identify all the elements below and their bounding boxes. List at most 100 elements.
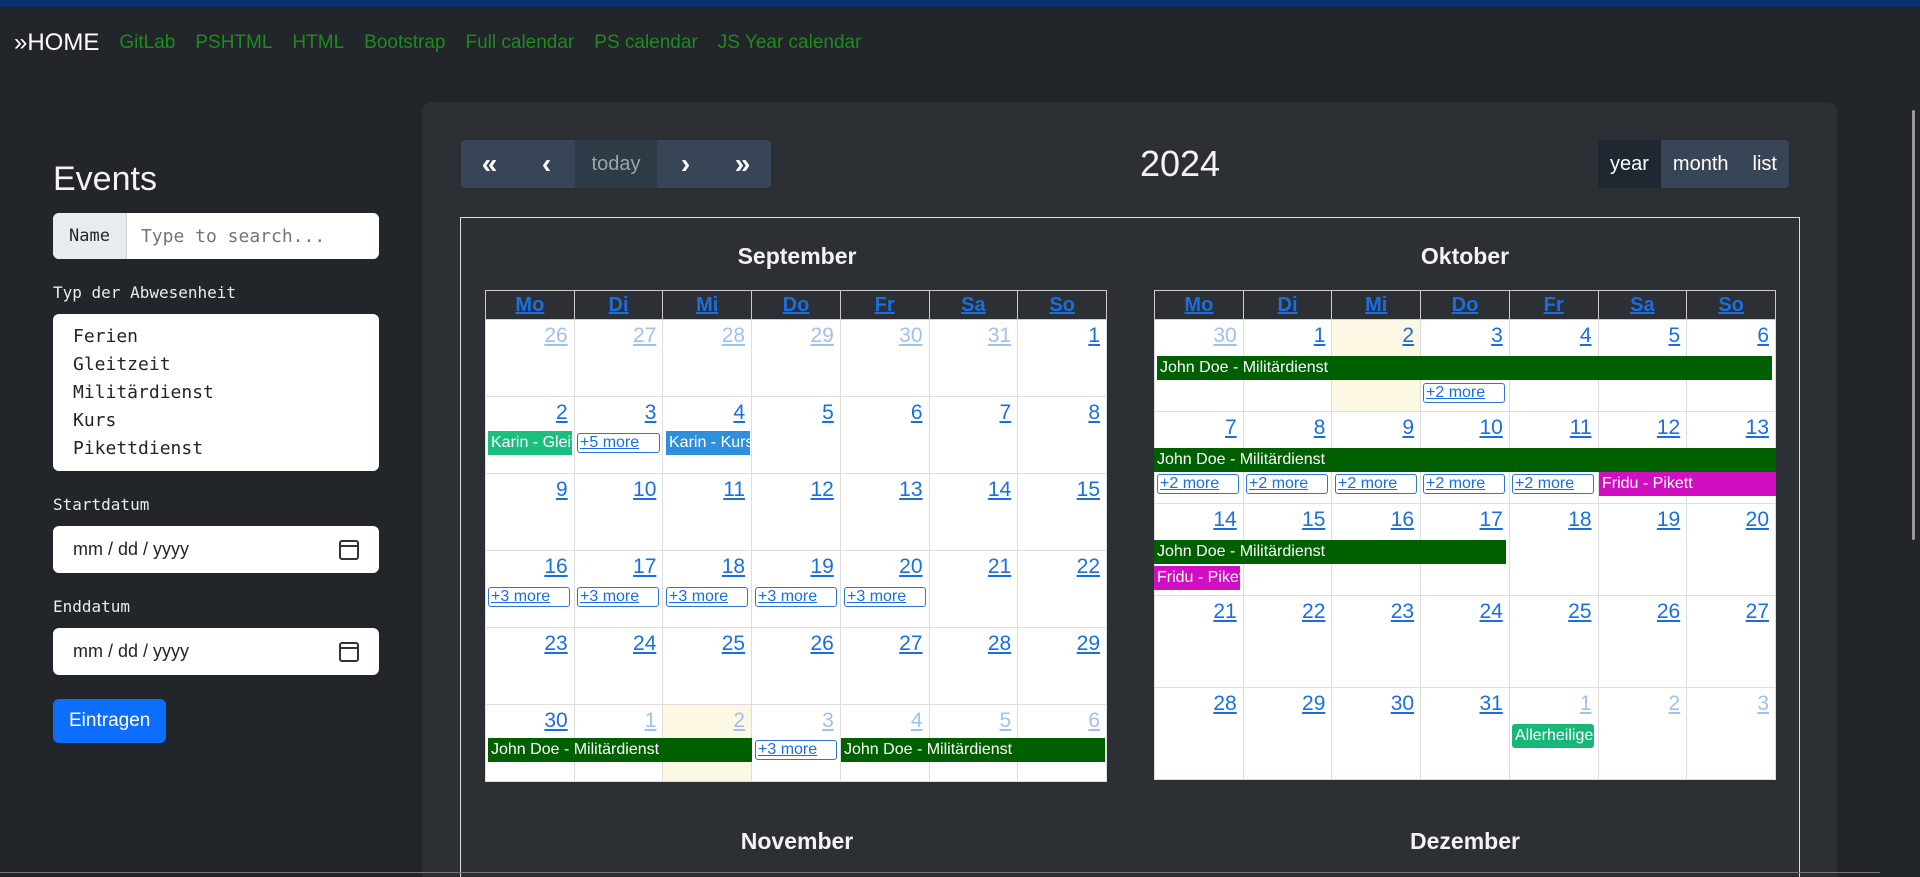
day-number-link[interactable]: 3	[645, 401, 657, 424]
day-number-link[interactable]: 26	[1657, 600, 1680, 623]
day-cell[interactable]: 29	[751, 319, 841, 397]
weekday-header[interactable]: Di	[573, 290, 664, 320]
weekday-header[interactable]: Do	[1420, 290, 1510, 320]
day-cell[interactable]: 28	[928, 627, 1019, 705]
day-number-link[interactable]: 25	[722, 632, 745, 655]
calendar-icon[interactable]	[339, 641, 359, 662]
day-number-link[interactable]: 18	[722, 555, 745, 578]
day-cell[interactable]: 1	[1017, 319, 1107, 397]
day-number-link[interactable]: 4	[733, 401, 745, 424]
day-number-link[interactable]: 14	[988, 478, 1011, 501]
day-number-link[interactable]: 29	[810, 324, 833, 347]
nav-link-full-calendar[interactable]: Full calendar	[465, 32, 574, 54]
day-cell[interactable]: 21	[1154, 595, 1244, 688]
today-button[interactable]: today	[575, 140, 657, 188]
absence-type-select[interactable]: Ferien Gleitzeit Militärdienst Kurs Pike…	[53, 314, 379, 471]
event-fridu-pikettdienst[interactable]: Fridu - Pikettdienst	[1154, 566, 1240, 590]
day-cell[interactable]: 15	[1017, 473, 1107, 551]
day-cell[interactable]: 24	[573, 627, 664, 705]
day-number-link[interactable]: 11	[723, 478, 745, 501]
day-cell[interactable]: 27	[839, 627, 930, 705]
next-year-button[interactable]: »	[714, 140, 771, 188]
weekday-header[interactable]: Sa	[928, 290, 1019, 320]
day-number-link[interactable]: 29	[1077, 632, 1100, 655]
type-option-kurs[interactable]: Kurs	[73, 407, 359, 435]
submit-button[interactable]: Eintragen	[53, 699, 167, 743]
day-cell[interactable]: 27	[573, 319, 664, 397]
view-list-button[interactable]: list	[1741, 140, 1789, 188]
day-number-link[interactable]: 13	[899, 478, 922, 501]
day-number-link[interactable]: 30	[1391, 692, 1414, 715]
day-number-link[interactable]: 2	[1402, 324, 1414, 347]
day-number-link[interactable]: 30	[1213, 324, 1236, 347]
more-events-link[interactable]: +3 more	[844, 587, 926, 607]
day-number-link[interactable]: 16	[544, 555, 567, 578]
day-number-link[interactable]: 18	[1568, 508, 1591, 531]
day-cell[interactable]: 23	[485, 627, 575, 705]
day-number-link[interactable]: 22	[1077, 555, 1100, 578]
day-number-link[interactable]: 21	[1213, 600, 1236, 623]
day-number-link[interactable]: 26	[810, 632, 833, 655]
day-number-link[interactable]: 23	[544, 632, 567, 655]
day-number-link[interactable]: 5	[822, 401, 834, 424]
day-number-link[interactable]: 14	[1213, 508, 1236, 531]
day-cell[interactable]: 22	[1017, 550, 1107, 628]
day-number-link[interactable]: 27	[1746, 600, 1769, 623]
day-cell[interactable]: 5	[751, 396, 841, 474]
type-option-gleitzeit[interactable]: Gleitzeit	[73, 351, 359, 379]
event-john-doe-militaerdienst[interactable]: John Doe - Militärdienst	[1157, 356, 1772, 380]
day-cell[interactable]: 29	[1242, 687, 1333, 780]
day-number-link[interactable]: 24	[1479, 600, 1502, 623]
day-number-link[interactable]: 19	[1657, 508, 1680, 531]
day-cell[interactable]: 21	[928, 550, 1019, 628]
nav-link-bootstrap[interactable]: Bootstrap	[364, 32, 445, 54]
day-number-link[interactable]: 20	[1746, 508, 1769, 531]
day-number-link[interactable]: 1	[1314, 324, 1326, 347]
day-number-link[interactable]: 30	[544, 709, 567, 732]
day-number-link[interactable]: 2	[733, 709, 745, 732]
day-number-link[interactable]: 26	[544, 324, 567, 347]
day-number-link[interactable]: 10	[1479, 416, 1502, 439]
day-number-link[interactable]: 2	[1669, 692, 1681, 715]
day-number-link[interactable]: 6	[1757, 324, 1769, 347]
start-date-input[interactable]: mm / dd / yyyy	[53, 526, 379, 573]
day-cell[interactable]: 10	[573, 473, 664, 551]
more-events-link[interactable]: +2 more	[1423, 383, 1505, 403]
day-cell[interactable]: 9	[485, 473, 575, 551]
day-number-link[interactable]: 3	[1491, 324, 1503, 347]
day-cell[interactable]: 25	[662, 627, 753, 705]
weekday-header[interactable]: Di	[1242, 290, 1333, 320]
nav-link-js-year-calendar[interactable]: JS Year calendar	[718, 32, 862, 54]
day-cell[interactable]: 24	[1420, 595, 1510, 688]
day-number-link[interactable]: 1	[1088, 324, 1100, 347]
day-number-link[interactable]: 5	[1000, 709, 1012, 732]
day-number-link[interactable]: 13	[1746, 416, 1769, 439]
day-number-link[interactable]: 31	[988, 324, 1011, 347]
event-john-doe-militaerdienst[interactable]: John Doe - Militärdienst	[1154, 448, 1776, 472]
day-cell[interactable]: 28	[1154, 687, 1244, 780]
day-number-link[interactable]: 28	[1213, 692, 1236, 715]
weekday-header[interactable]: Do	[751, 290, 841, 320]
weekday-header[interactable]: Sa	[1597, 290, 1688, 320]
nav-link-ps-calendar[interactable]: PS calendar	[594, 32, 698, 54]
day-cell[interactable]: 8	[1017, 396, 1107, 474]
day-cell[interactable]: 28	[662, 319, 753, 397]
day-number-link[interactable]: 2	[556, 401, 568, 424]
day-cell[interactable]: 25	[1508, 595, 1599, 688]
day-cell[interactable]: 13	[839, 473, 930, 551]
more-events-link[interactable]: +3 more	[666, 587, 748, 607]
day-number-link[interactable]: 12	[1657, 416, 1680, 439]
day-number-link[interactable]: 9	[556, 478, 568, 501]
nav-link-html[interactable]: HTML	[292, 32, 344, 54]
day-cell[interactable]: 2	[1597, 687, 1688, 780]
more-events-link[interactable]: +3 more	[488, 587, 570, 607]
home-link[interactable]: »HOME	[14, 29, 99, 57]
day-cell[interactable]: 27	[1686, 595, 1776, 688]
day-number-link[interactable]: 28	[988, 632, 1011, 655]
day-cell[interactable]: 19	[1597, 503, 1688, 596]
more-events-link[interactable]: +2 more	[1423, 474, 1505, 494]
more-events-link[interactable]: +3 more	[755, 587, 837, 607]
event-john-doe-militaerdienst[interactable]: John Doe - Militärdienst	[488, 738, 752, 762]
day-cell[interactable]: 23	[1331, 595, 1422, 688]
view-year-button[interactable]: year	[1598, 140, 1661, 188]
